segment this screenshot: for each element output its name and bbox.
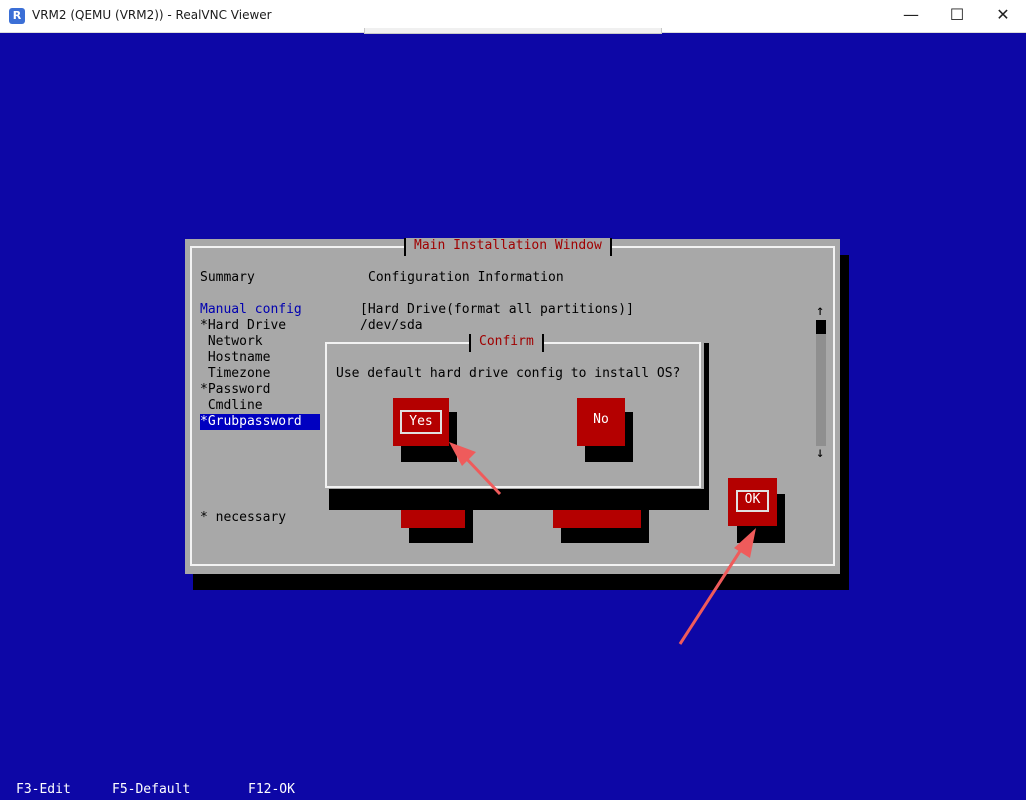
ok-button-label[interactable]: OK [736, 490, 769, 512]
maximize-button[interactable]: ☐ [934, 0, 980, 32]
menu-item-hard-drive[interactable]: *Hard Drive [200, 318, 286, 334]
summary-header: Summary [200, 270, 255, 285]
yes-button-label[interactable]: Yes [400, 410, 442, 434]
config-value-hard-drive: [Hard Drive(format all partitions)] [360, 302, 634, 317]
confirm-dialog-frame [325, 342, 701, 488]
main-window-title: Main Installation Window [404, 238, 612, 256]
scroll-down-arrow-icon[interactable]: ↓ [816, 446, 824, 460]
realvnc-app-icon: R [9, 8, 25, 24]
menu-item-cmdline[interactable]: Cmdline [200, 398, 263, 414]
config-header: Configuration Information [368, 270, 564, 285]
no-button-label[interactable]: No [577, 410, 625, 434]
fkey-ok: F12-OK [248, 782, 295, 797]
no-button[interactable]: No [577, 398, 625, 446]
yes-button[interactable]: Yes [393, 398, 449, 446]
menu-item-manual-config[interactable]: Manual config [200, 302, 302, 318]
menu-item-network[interactable]: Network [200, 334, 263, 350]
confirm-message: Use default hard drive config to install… [336, 366, 681, 381]
scrollbar-track[interactable] [816, 320, 826, 446]
fkey-edit: F3-Edit [16, 782, 71, 797]
scroll-up-arrow-icon[interactable]: ↑ [816, 304, 824, 318]
fkey-default: F5-Default [112, 782, 191, 797]
necessary-footnote: * necessary [200, 510, 287, 525]
minimize-button[interactable]: — [888, 0, 934, 32]
window-title: VRM2 (QEMU (VRM2)) - RealVNC Viewer [32, 8, 272, 22]
vnc-toolbar-handle[interactable] [364, 28, 662, 34]
menu-item-password[interactable]: *Password [200, 382, 270, 398]
close-button[interactable]: ✕ [980, 0, 1026, 32]
menu-item-timezone[interactable]: Timezone [200, 366, 271, 382]
scrollbar-thumb[interactable] [816, 320, 826, 334]
confirm-dialog-title: Confirm [469, 334, 544, 352]
config-value-device: /dev/sda [360, 318, 423, 333]
menu-item-hostname[interactable]: Hostname [200, 350, 271, 366]
menu-item-grubpassword[interactable]: *Grubpassword [200, 414, 320, 430]
ok-button[interactable]: OK [728, 478, 777, 526]
